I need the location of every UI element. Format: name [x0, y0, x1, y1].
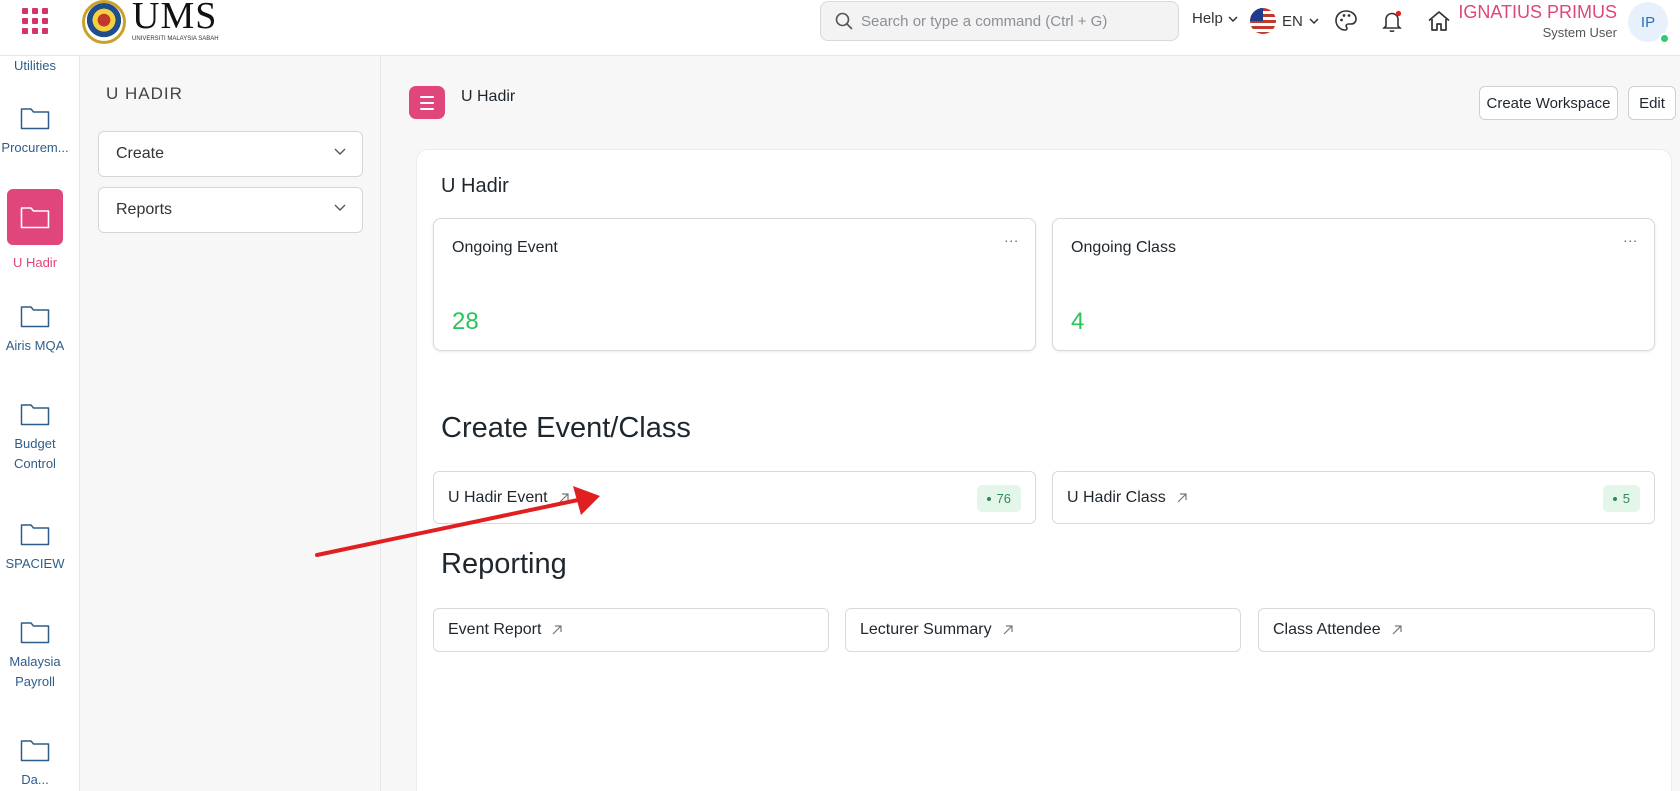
rail-item-airis-mqa[interactable]: Airis MQA [0, 304, 70, 356]
ums-seal-icon [82, 0, 126, 44]
shortcut-label: U Hadir Event [448, 488, 548, 506]
rail-item-malaysia-payroll[interactable]: Malaysia Payroll [0, 620, 70, 692]
shortcut-u-hadir-event[interactable]: U Hadir Event 76 [433, 471, 1036, 524]
report-event-report[interactable]: Event Report [433, 608, 829, 652]
user-info[interactable]: IGNATIUS PRIMUS System User [1458, 2, 1617, 40]
arrow-up-right-icon [552, 625, 562, 635]
folder-icon [20, 207, 50, 229]
rail-item-procurement[interactable]: Procurem... [0, 106, 70, 158]
home-icon[interactable] [1426, 8, 1452, 34]
chevron-down-icon [334, 148, 346, 155]
chevron-down-icon [334, 204, 346, 211]
rail-item-label: U Hadir [12, 255, 58, 270]
app-rail: Utilities Procurem... U Hadir Airis MQA … [0, 56, 80, 791]
edit-button[interactable]: Edit [1628, 86, 1676, 120]
badge-count: 5 [1622, 491, 1630, 506]
number-card-title: Ongoing Event [452, 239, 558, 256]
active-tile [7, 189, 63, 245]
folder-icon [20, 524, 50, 546]
dropdown-label: Reports [116, 201, 173, 218]
rail-item-u-hadir[interactable]: U Hadir [7, 189, 63, 273]
count-badge: 5 [1602, 485, 1640, 512]
help-label: Help [1192, 10, 1223, 27]
bell-icon[interactable] [1379, 8, 1405, 34]
create-dropdown[interactable]: Create [98, 131, 363, 177]
language-label: EN [1282, 12, 1303, 30]
report-label: Event Report [448, 621, 542, 638]
avatar-initials: IP [1640, 13, 1656, 31]
count-badge: 76 [976, 485, 1021, 512]
avatar[interactable]: IP [1628, 2, 1670, 44]
search-bar[interactable] [820, 1, 1179, 41]
user-role: System User [1542, 25, 1617, 40]
rail-item-budget-control[interactable]: Budget Control [0, 402, 70, 474]
palette-icon[interactable] [1333, 8, 1359, 34]
rail-item-label: Airis MQA [5, 338, 65, 353]
report-lecturer-summary[interactable]: Lecturer Summary [845, 608, 1241, 652]
us-flag-icon [1250, 8, 1276, 34]
ums-logo[interactable]: UMS UNIVERSITI MALAYSIA SABAH [82, 0, 219, 44]
badge-count: 76 [996, 491, 1011, 506]
more-options-icon[interactable]: ... [1623, 229, 1638, 245]
language-dropdown[interactable]: EN [1250, 8, 1319, 34]
shortcut-label: U Hadir Class [1067, 488, 1166, 506]
online-status-dot [1659, 33, 1670, 44]
rail-item-label: SPACIEW [5, 556, 65, 571]
arrow-up-right-icon [1003, 625, 1013, 635]
folder-icon [20, 306, 50, 328]
rail-item-label: Malaysia Payroll [9, 654, 61, 689]
rail-item-more[interactable]: Da... [0, 738, 70, 790]
dropdown-label: Create [116, 145, 165, 162]
report-label: Class Attendee [1273, 621, 1381, 638]
sidebar-toggle-icon[interactable] [409, 86, 445, 119]
rail-item-label: Procurem... [1, 140, 69, 155]
arrow-up-right-icon [1177, 492, 1187, 502]
section-title-u-hadir: U Hadir [441, 175, 509, 197]
help-dropdown[interactable]: Help [1192, 10, 1238, 27]
apps-grid-icon[interactable] [22, 8, 48, 34]
number-card-title: Ongoing Class [1071, 239, 1176, 256]
top-navbar: UMS UNIVERSITI MALAYSIA SABAH Help EN IG… [0, 0, 1680, 56]
shortcut-u-hadir-class[interactable]: U Hadir Class 5 [1052, 471, 1655, 524]
number-card-ongoing-event[interactable]: Ongoing Event ... 28 [433, 218, 1036, 351]
number-card-value: 28 [452, 308, 479, 335]
user-name: IGNATIUS PRIMUS [1458, 2, 1617, 22]
logo-text: UMS [132, 0, 218, 37]
number-card-ongoing-class[interactable]: Ongoing Class ... 4 [1052, 218, 1655, 351]
more-options-icon[interactable]: ... [1004, 229, 1019, 245]
report-class-attendee[interactable]: Class Attendee [1258, 608, 1655, 652]
number-card-value: 4 [1071, 308, 1085, 335]
report-label: Lecturer Summary [860, 621, 992, 638]
rail-item-utilities-label[interactable]: Utilities [0, 58, 70, 73]
folder-icon [20, 404, 50, 426]
section-title-create: Create Event/Class [441, 412, 691, 444]
logo-subtitle: UNIVERSITI MALAYSIA SABAH [132, 35, 219, 42]
create-workspace-button[interactable]: Create Workspace [1479, 86, 1618, 120]
rail-item-label: Da... [21, 772, 49, 787]
section-title-reporting: Reporting [441, 548, 567, 580]
search-icon [835, 12, 853, 30]
page-title: U Hadir [461, 88, 516, 105]
folder-icon [20, 740, 50, 762]
workspace-sidebar: U HADIR Create Reports [80, 56, 381, 791]
chevron-down-icon [1228, 15, 1238, 22]
rail-item-label: Budget Control [14, 436, 56, 471]
arrow-up-right-icon [1392, 625, 1402, 635]
search-input[interactable] [861, 12, 1161, 30]
chevron-down-icon [1309, 18, 1319, 24]
reports-dropdown[interactable]: Reports [98, 187, 363, 233]
arrow-up-right-icon [559, 492, 569, 502]
folder-icon [20, 108, 50, 130]
rail-item-spaciew[interactable]: SPACIEW [0, 522, 70, 574]
workspace-sidebar-title: U HADIR [106, 84, 183, 103]
folder-icon [20, 622, 50, 644]
